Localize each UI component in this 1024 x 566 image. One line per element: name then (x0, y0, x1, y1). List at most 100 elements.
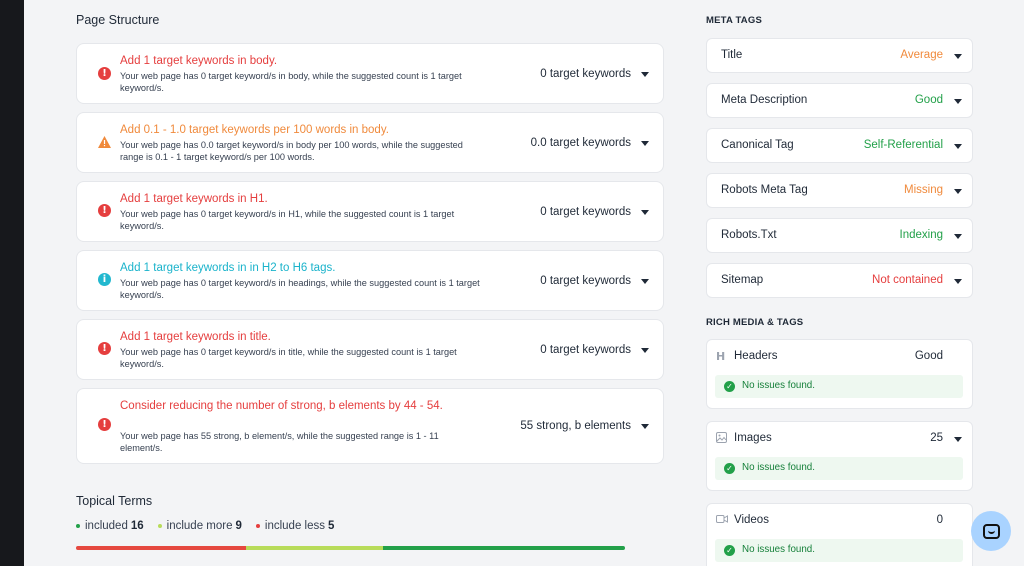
image-icon (716, 432, 728, 444)
legend-include-less: include less 5 (255, 520, 335, 532)
chevron-down-icon[interactable] (954, 234, 962, 239)
rich-item-headers[interactable]: H Headers Good ✓ No issues found. (706, 339, 973, 409)
issue-title: Add 1 target keywords in title. (120, 331, 271, 343)
status-text: No issues found. (742, 462, 815, 473)
chevron-down-icon[interactable] (641, 279, 649, 284)
no-issues-banner: ✓ No issues found. (715, 539, 963, 562)
chevron-down-icon[interactable] (954, 189, 962, 194)
topical-terms-legend: included 16 include more 9 include less 5 (76, 520, 334, 532)
chevron-down-icon[interactable] (954, 144, 962, 149)
chevron-down-icon[interactable] (954, 279, 962, 284)
chevron-down-icon[interactable] (641, 348, 649, 353)
meta-status: Good (914, 94, 943, 106)
status-text: No issues found. (742, 544, 815, 555)
issue-count: 0 target keywords (540, 344, 631, 356)
legend-label: include more (166, 520, 233, 532)
issue-description: Your web page has 0 target keyword/s in … (120, 209, 455, 231)
issue-count: 55 strong, b elements (520, 420, 631, 432)
meta-status: Indexing (899, 229, 943, 241)
issue-title: Add 1 target keywords in in H2 to H6 tag… (120, 262, 336, 274)
page-structure-heading: Page Structure (76, 13, 160, 27)
legend-label: included (85, 520, 128, 532)
rich-item-images[interactable]: Images 25 ✓ No issues found. (706, 421, 973, 491)
bar-segment-included (383, 546, 625, 550)
chevron-down-icon[interactable] (641, 141, 649, 146)
issue-title: Consider reducing the number of strong, … (120, 400, 443, 412)
legend-included: included 16 (76, 520, 144, 532)
chevron-down-icon[interactable] (641, 424, 649, 429)
left-sidebar-rail (0, 0, 24, 566)
dot-icon (157, 523, 162, 528)
legend-count: 9 (235, 520, 242, 532)
chat-launcher-button[interactable] (971, 511, 1011, 551)
meta-item-robots-meta[interactable]: Robots Meta Tag Missing (706, 173, 973, 208)
rich-media-heading: RICH MEDIA & TAGS (706, 317, 804, 328)
meta-label: Canonical Tag (721, 139, 794, 151)
legend-include-more: include more 9 (157, 520, 242, 532)
warning-icon (98, 135, 111, 148)
info-icon: i (98, 273, 111, 286)
dot-icon (255, 523, 260, 528)
meta-item-sitemap[interactable]: Sitemap Not contained (706, 263, 973, 298)
issue-description: Your web page has 0 target keyword/s in … (120, 347, 457, 369)
issue-card[interactable]: ! Add 1 target keywords in title. Your w… (76, 319, 664, 380)
rich-label: Videos (734, 514, 769, 526)
legend-count: 16 (130, 520, 144, 532)
check-icon: ✓ (724, 463, 735, 474)
meta-item-robots-txt[interactable]: Robots.Txt Indexing (706, 218, 973, 253)
meta-label: Title (721, 49, 743, 61)
chevron-down-icon[interactable] (954, 99, 962, 104)
meta-item-canonical[interactable]: Canonical Tag Self-Referential (706, 128, 973, 163)
topical-terms-progress-bar (76, 546, 625, 550)
meta-status: Not contained (872, 274, 943, 286)
issue-count: 0 target keywords (540, 206, 631, 218)
video-icon (716, 514, 728, 526)
issue-count: 0.0 target keywords (530, 137, 631, 149)
chat-icon (982, 523, 1000, 539)
rich-item-videos[interactable]: Videos 0 ✓ No issues found. (706, 503, 973, 566)
issue-description: Your web page has 0 target keyword/s in … (120, 71, 462, 93)
chevron-down-icon[interactable] (641, 72, 649, 77)
rich-value: 0 (936, 514, 943, 526)
meta-tags-heading: META TAGS (706, 15, 762, 26)
meta-panel: META TAGS Title Average Meta Description… (706, 0, 973, 566)
issue-card[interactable]: Add 0.1 - 1.0 target keywords per 100 wo… (76, 112, 664, 173)
error-icon: ! (98, 67, 111, 80)
legend-label: include less (264, 520, 325, 532)
chevron-down-icon[interactable] (641, 210, 649, 215)
issue-description: Your web page has 0 target keyword/s in … (120, 278, 480, 300)
chevron-down-icon[interactable] (954, 54, 962, 59)
bar-segment-include-more (246, 546, 384, 550)
meta-label: Meta Description (721, 94, 808, 106)
meta-item-description[interactable]: Meta Description Good (706, 83, 973, 118)
issue-title: Add 1 target keywords in body. (120, 55, 278, 67)
topical-terms-heading: Topical Terms (76, 494, 153, 508)
bar-segment-include-less (76, 546, 247, 550)
rich-value: 25 (930, 432, 943, 444)
issue-title: Add 0.1 - 1.0 target keywords per 100 wo… (120, 124, 389, 136)
chevron-down-icon[interactable] (954, 437, 962, 442)
issue-card[interactable]: i Add 1 target keywords in in H2 to H6 t… (76, 250, 664, 311)
meta-label: Sitemap (721, 274, 764, 286)
issue-description: Your web page has 0.0 target keyword/s i… (120, 140, 463, 162)
error-icon: ! (98, 418, 111, 431)
legend-count: 5 (327, 520, 335, 532)
error-icon: ! (98, 204, 111, 217)
meta-status: Self-Referential (863, 139, 943, 151)
issue-count: 0 target keywords (540, 68, 631, 80)
issue-card[interactable]: ! Consider reducing the number of strong… (76, 388, 664, 464)
meta-status: Average (900, 49, 943, 61)
meta-item-title[interactable]: Title Average (706, 38, 973, 73)
header-icon: H (716, 350, 726, 363)
no-issues-banner: ✓ No issues found. (715, 375, 963, 398)
rich-value: Good (914, 350, 943, 362)
error-icon: ! (98, 342, 111, 355)
issue-card[interactable]: ! Add 1 target keywords in H1. Your web … (76, 181, 664, 242)
rich-label: Headers (734, 350, 778, 362)
issue-count: 0 target keywords (540, 275, 631, 287)
issue-card[interactable]: ! Add 1 target keywords in body. Your we… (76, 43, 664, 104)
meta-label: Robots Meta Tag (721, 184, 808, 196)
meta-label: Robots.Txt (721, 229, 777, 241)
meta-status: Missing (904, 184, 943, 196)
no-issues-banner: ✓ No issues found. (715, 457, 963, 480)
